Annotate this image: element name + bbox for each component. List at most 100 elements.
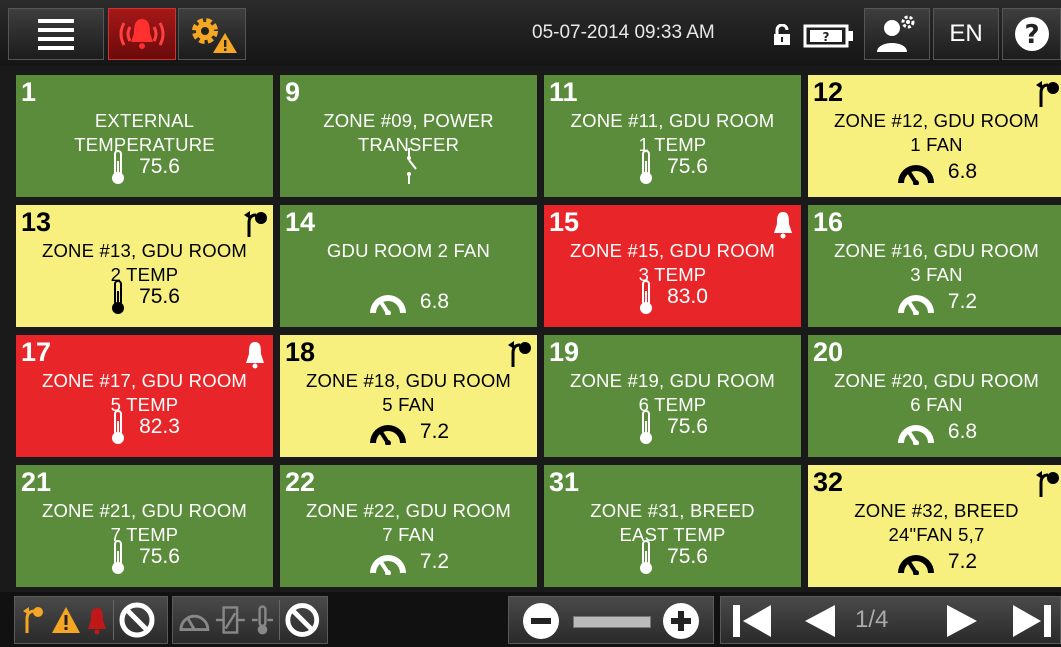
zone-number: 20 [813,337,844,367]
bypass-filter-icon[interactable] [21,603,47,637]
fan-gauge-icon [369,555,406,575]
language-button[interactable]: EN [933,8,999,60]
sensor-value: 75.6 [667,155,708,178]
unlock-icon[interactable] [772,24,792,46]
zone-number: 1 [21,77,37,107]
zone-tile[interactable]: 19 ZONE #19, GDU ROOM 6 TEMP 75.6 [544,335,801,457]
status-filter-group [14,596,168,644]
zone-tile[interactable]: 15 ZONE #15, GDU ROOM 3 TEMP 83.0 [544,205,801,327]
zone-label-line-1: ZONE #16, GDU ROOM [833,240,1040,261]
block-icon[interactable] [284,601,321,639]
thermo-filter-icon[interactable] [250,603,275,637]
zone-label: ZONE #20, GDU ROOM 6 FAN [814,369,1059,417]
alarm-bell-icon [774,212,792,239]
bypass-icon [1036,81,1059,107]
alarm-bell-icon [119,19,165,49]
zone-number: 9 [285,77,301,107]
zone-number: 17 [21,337,52,367]
zone-tile[interactable]: 11 ZONE #11, GDU ROOM 1 TEMP 75.6 [544,75,801,197]
zone-label-line-2: 6 FAN [910,394,963,415]
zone-tile[interactable]: 21 ZONE #21, GDU ROOM 7 TEMP 75.6 [16,465,273,587]
next-page-icon[interactable] [945,603,981,639]
zone-number: 21 [21,467,52,497]
warning-filter-icon[interactable] [51,605,81,635]
zone-tile[interactable]: 14 GDU ROOM 2 FAN 6.8 [280,205,537,327]
menu-icon [38,19,74,50]
gauge-filter-icon[interactable] [179,608,210,632]
thermometer-icon [640,150,653,184]
zoom-in-icon[interactable] [661,601,701,641]
zone-tile[interactable]: 18 ZONE #18, GDU ROOM 5 FAN 7.2 [280,335,537,457]
fan-gauge-icon [897,425,934,445]
sensor-reading: 83.0 [544,279,801,315]
first-page-icon[interactable] [731,603,773,639]
sensor-reading: 75.6 [16,539,273,575]
alarm-filter-icon[interactable] [85,605,109,635]
zone-number: 13 [21,207,52,237]
zone-label-line-1: ZONE #32, BREED [854,500,1019,521]
sensor-value: 7.2 [419,420,450,443]
zone-label-line-1: ZONE #31, BREED [590,500,755,521]
sensor-value: 83.0 [667,285,708,308]
zone-number: 12 [813,77,844,107]
last-page-icon[interactable] [1011,603,1053,639]
fan-gauge-icon [369,295,406,315]
fan-gauge-icon [897,295,934,315]
alarm-bell-icon [246,342,264,369]
svg-text:?: ? [823,30,830,44]
zone-tile[interactable]: 9 ZONE #09, POWER TRANSFER [280,75,537,197]
thermometer-icon [112,540,125,574]
sensor-value: 6.8 [419,290,450,313]
switch-icon [406,148,417,184]
zone-label-line-1: GDU ROOM 2 FAN [326,240,491,261]
zone-label: ZONE #18, GDU ROOM 5 FAN [286,369,531,417]
zone-grid: 1 EXTERNAL TEMPERATURE 75.6 9 ZONE #09, POWER… [16,75,1061,588]
zone-label: GDU ROOM 2 FAN [286,239,531,263]
thermometer-icon [112,280,125,314]
svg-text:?: ? [1024,20,1039,50]
zone-tile[interactable]: 13 ZONE #13, GDU ROOM 2 TEMP 75.6 [16,205,273,327]
alarm-button[interactable] [108,8,176,60]
zone-label-line-2: 24"FAN 5,7 [888,524,985,545]
zone-number: 15 [549,207,580,237]
thermometer-icon [640,540,653,574]
zone-label-line-1: ZONE #19, GDU ROOM [569,370,776,391]
sensor-filter-group [172,596,328,644]
sensor-reading: 7.2 [808,549,1061,575]
zone-tile[interactable]: 1 EXTERNAL TEMPERATURE 75.6 [16,75,273,197]
sensor-value: 7.2 [947,290,978,313]
block-icon[interactable] [118,601,156,639]
sensor-reading: 75.6 [544,149,801,185]
zone-tile[interactable]: 17 ZONE #17, GDU ROOM 5 TEMP 82.3 [16,335,273,457]
zone-tile[interactable]: 12 ZONE #12, GDU ROOM 1 FAN 6.8 [808,75,1061,197]
zoom-slider[interactable] [573,616,651,628]
zone-number: 14 [285,207,316,237]
help-button[interactable]: ? [1002,8,1061,60]
sensor-reading: 75.6 [544,409,801,445]
menu-button[interactable] [8,8,104,60]
system-settings-button[interactable] [178,8,246,60]
zone-label: ZONE #32, BREED 24"FAN 5,7 [814,499,1059,547]
zone-tile[interactable]: 31 ZONE #31, BREED EAST TEMP 75.6 [544,465,801,587]
fan-gauge-icon [369,425,406,445]
sensor-reading: 75.6 [16,279,273,315]
thermometer-icon [112,410,125,444]
zone-tile[interactable]: 20 ZONE #20, GDU ROOM 6 FAN 6.8 [808,335,1061,457]
zone-tile[interactable]: 22 ZONE #22, GDU ROOM 7 FAN 7.2 [280,465,537,587]
sensor-value: 75.6 [139,155,180,178]
top-bar: 05-07-2014 09:33 AM ? EN ? [0,0,1061,66]
zone-tile[interactable]: 16 ZONE #16, GDU ROOM 3 FAN 7.2 [808,205,1061,327]
zone-tile[interactable]: 32 ZONE #32, BREED 24"FAN 5,7 7.2 [808,465,1061,587]
zone-label-line-1: ZONE #22, GDU ROOM [305,500,512,521]
switch-filter-icon[interactable] [214,603,247,637]
sensor-reading: 7.2 [280,419,537,445]
zone-label: ZONE #22, GDU ROOM 7 FAN [286,499,531,547]
prev-page-icon[interactable] [801,603,837,639]
user-settings-button[interactable] [864,8,930,60]
sensor-value: 75.6 [139,285,180,308]
sensor-value: 82.3 [139,415,180,438]
sensor-value: 6.8 [947,420,978,443]
zoom-out-icon[interactable] [521,601,561,641]
fan-gauge-icon [897,165,934,185]
zone-label-line-2: 1 FAN [910,134,963,155]
